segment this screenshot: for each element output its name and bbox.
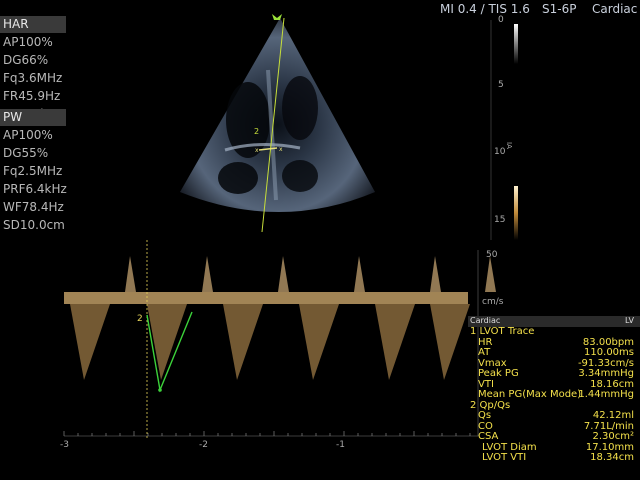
spectral-envelope — [299, 304, 339, 380]
flow-spike — [485, 256, 496, 292]
measurement-row: Mean PG(Max Mode) 1.44mmHg — [468, 389, 640, 401]
right-atrium — [282, 160, 318, 192]
doppler-baseline — [64, 292, 468, 304]
param-row: Fq2.5MHz — [3, 164, 63, 178]
measurement-value: 18.34cm — [590, 452, 634, 463]
gate-label: 2 — [137, 314, 143, 324]
measurement-label: CSA — [478, 431, 499, 442]
right-ventricle — [282, 76, 318, 140]
left-atrium — [218, 162, 258, 194]
flow-spike — [202, 256, 213, 292]
time-tick-label: -3 — [60, 440, 69, 450]
depth-label: 0 — [498, 15, 504, 25]
params-2d-title: HAR — [0, 16, 66, 33]
measurement-label: Mean PG(Max Mode) — [478, 389, 582, 400]
param-row: Fq3.6MHz — [3, 71, 63, 85]
measurement-label: LVOT VTI — [482, 452, 527, 463]
measurement-row: AT 110.00ms — [468, 347, 640, 359]
time-tick-label: -1 — [336, 440, 345, 450]
measurement-label: Qs — [478, 410, 492, 421]
svg-text:x: x — [255, 147, 259, 154]
velocity-scale-label: 50 — [486, 250, 498, 260]
measurement-header-left: Cardiac — [470, 316, 501, 325]
params-pw-panel: PW AP100% DG55% Fq2.5MHz PRF6.4kHz WF78.… — [0, 109, 67, 234]
params-2d-panel: HAR AP100% DG66% Fq3.6MHz FR45.9Hz DR88d… — [0, 16, 66, 123]
spectral-envelope — [70, 304, 110, 380]
exam-preset: Cardiac — [592, 2, 638, 16]
ultrasound-screen: 2 x x 0 5 10 15 IA MI 0.4 / TIS 1.6 S1-6… — [0, 0, 640, 480]
measurement-value: 42.12ml — [592, 410, 634, 421]
measurement-header-right: LV — [624, 316, 634, 325]
velocity-unit-label: cm/s — [482, 297, 504, 307]
echo-2d-image: 2 x x — [180, 14, 518, 240]
measurement-label: Peak PG — [478, 368, 519, 379]
param-row: AP100% — [3, 35, 53, 49]
param-row: PRF6.4kHz — [3, 182, 67, 196]
measurement-value: 1.44mmHg — [578, 389, 634, 400]
param-row: DG55% — [3, 146, 49, 160]
measurement-row: 1 LVOT Trace — [468, 326, 640, 338]
measurement-row: Qs 42.12ml — [468, 410, 640, 422]
svg-text:2: 2 — [254, 127, 259, 136]
probe-name: S1-6P — [542, 2, 577, 16]
svg-text:x: x — [279, 146, 283, 153]
param-row: DG66% — [3, 53, 49, 67]
depth-label: 5 — [498, 80, 504, 90]
sector-fan — [180, 18, 375, 212]
spectral-envelope — [223, 304, 263, 380]
param-row: FR45.9Hz — [3, 89, 61, 103]
gray-map-bar — [514, 24, 518, 64]
measurement-row: Peak PG 3.34mmHg — [468, 368, 640, 380]
spectral-envelope — [430, 304, 470, 380]
mi-tis-readout: MI 0.4 / TIS 1.6 — [440, 2, 530, 16]
spectral-envelope — [147, 304, 187, 380]
param-row: AP100% — [3, 128, 53, 142]
time-tick-label: -2 — [199, 440, 208, 450]
depth-label: 10 — [494, 147, 506, 157]
flow-spike — [430, 256, 441, 292]
param-row: SD10.0cm — [3, 218, 65, 232]
measurement-label: AT — [478, 347, 491, 358]
param-row: WF78.4Hz — [3, 200, 64, 214]
depth-label: 15 — [494, 215, 506, 225]
flow-spike — [125, 256, 136, 292]
measurement-label: 1 LVOT Trace — [470, 326, 535, 337]
flow-spike — [354, 256, 365, 292]
measurement-results-panel: Cardiac LV 1 LVOT Trace HR 83.00bpm AT 110.0… — [468, 316, 640, 480]
doppler-map-bar — [514, 186, 518, 240]
measurement-row: LVOT VTI 18.34cm — [468, 452, 640, 464]
measurement-value: 3.34mmHg — [578, 368, 634, 379]
measurement-row: CSA 2.30cm² — [468, 431, 640, 443]
measurement-value: 2.30cm² — [592, 431, 634, 442]
measurement-value: 110.00ms — [584, 347, 634, 358]
spectral-envelope — [375, 304, 415, 380]
focus-marker: IA — [505, 142, 513, 149]
flow-spike — [278, 256, 289, 292]
params-pw-title: PW — [0, 109, 66, 126]
